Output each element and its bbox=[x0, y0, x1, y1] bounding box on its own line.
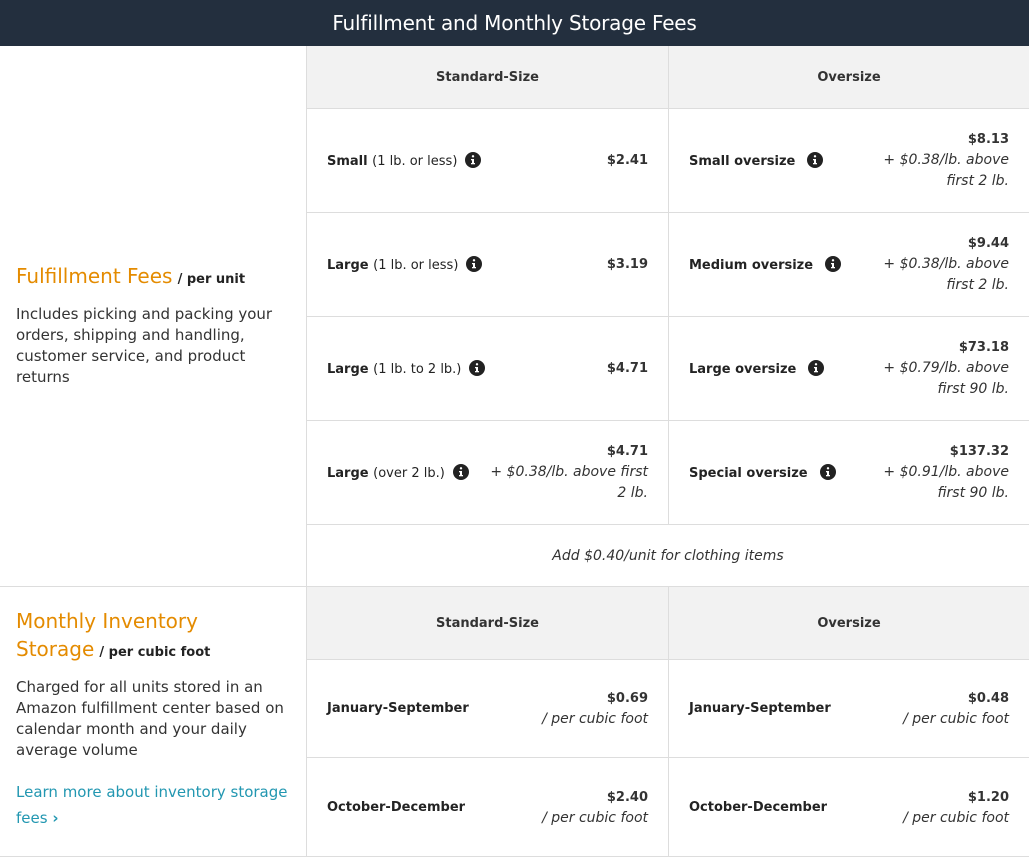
column-header-oversize: Oversize bbox=[669, 46, 1029, 109]
learn-more-storage-link[interactable]: Learn more about inventory storage fees … bbox=[16, 779, 291, 831]
fee-row-standard-4: Large (over 2 lb.) $4.71 + $0.38/lb. abov… bbox=[307, 421, 669, 525]
info-icon[interactable] bbox=[825, 256, 842, 272]
period-label: October-December bbox=[689, 800, 828, 815]
column-header-label: Standard-Size bbox=[436, 69, 539, 85]
info-icon[interactable] bbox=[469, 360, 486, 376]
storage-price: $1.20/ per cubic foot bbox=[903, 789, 1009, 826]
page-title: Fulfillment and Monthly Storage Fees bbox=[332, 11, 697, 35]
info-icon[interactable] bbox=[465, 152, 482, 168]
size-tier-label: Large oversize bbox=[689, 360, 825, 377]
fee-row-standard-3: Large (1 lb. to 2 lb.) $4.71 bbox=[307, 317, 669, 421]
fulfillment-intro: Fulfillment Fees / per unit Includes pic… bbox=[0, 46, 307, 586]
fee-per-lb: + $0.79/lb. above first 90 lb. bbox=[883, 360, 1009, 397]
column-header-label: Oversize bbox=[817, 69, 881, 85]
storage-description: Charged for all units stored in an Amazo… bbox=[16, 678, 284, 759]
fulfillment-description: Includes picking and packing your orders… bbox=[16, 305, 273, 386]
storage-intro: Monthly Inventory Storage / per cubic fo… bbox=[0, 587, 307, 856]
fee-per-lb: + $0.38/lb. above first 2 lb. bbox=[883, 152, 1009, 189]
column-header-label: Standard-Size bbox=[436, 615, 539, 631]
info-icon[interactable] bbox=[819, 464, 836, 480]
size-tier-label: Small oversize bbox=[689, 152, 824, 169]
period-label: January-September bbox=[689, 701, 831, 716]
size-tier-label: Large (1 lb. or less) bbox=[327, 256, 483, 273]
fee-price: $3.19 bbox=[606, 257, 648, 272]
fee-per-lb: + $0.38/lb. above first 2 lb. bbox=[490, 464, 648, 501]
storage-row-standard-1: January-September $0.69/ per cubic foot bbox=[307, 660, 669, 758]
fulfillment-section: Fulfillment Fees / per unit Includes pic… bbox=[0, 46, 1029, 587]
fee-price: $137.32 + $0.91/lb. above first 90 lb. bbox=[859, 441, 1009, 504]
size-tier-label: Special oversize bbox=[689, 464, 836, 481]
size-tier-label: Medium oversize bbox=[689, 256, 842, 273]
column-header-label: Oversize bbox=[817, 615, 881, 631]
column-header-oversize: Oversize bbox=[669, 587, 1029, 660]
fee-row-oversize-1: Small oversize $8.13 + $0.38/lb. above fi… bbox=[669, 109, 1029, 213]
column-header-standard: Standard-Size bbox=[307, 46, 669, 109]
storage-price: $2.40/ per cubic foot bbox=[542, 789, 648, 826]
fulfillment-title: Fulfillment Fees bbox=[16, 264, 173, 288]
storage-row-standard-2: October-December $2.40/ per cubic foot bbox=[307, 758, 669, 857]
column-header-standard: Standard-Size bbox=[307, 587, 669, 660]
fulfillment-unit: / per unit bbox=[177, 272, 246, 287]
fee-price: $2.41 bbox=[606, 153, 648, 168]
fee-price: $8.13 + $0.38/lb. above first 2 lb. bbox=[859, 129, 1009, 192]
storage-row-oversize-1: January-September $0.48/ per cubic foot bbox=[669, 660, 1029, 758]
size-tier-label: Large (over 2 lb.) bbox=[327, 464, 469, 481]
period-label: January-September bbox=[327, 701, 469, 716]
fee-per-lb: + $0.91/lb. above first 90 lb. bbox=[883, 464, 1009, 501]
fee-row-oversize-2: Medium oversize $9.44 + $0.38/lb. above f… bbox=[669, 213, 1029, 317]
size-tier-label: Small (1 lb. or less) bbox=[327, 152, 482, 169]
clothing-note: Add $0.40/unit for clothing items bbox=[307, 525, 1029, 587]
page-header: Fulfillment and Monthly Storage Fees bbox=[0, 0, 1029, 46]
chevron-right-icon: › bbox=[52, 809, 59, 827]
fee-row-standard-2: Large (1 lb. or less) $3.19 bbox=[307, 213, 669, 317]
info-icon[interactable] bbox=[452, 464, 469, 480]
info-icon[interactable] bbox=[466, 256, 483, 272]
storage-price: $0.48/ per cubic foot bbox=[903, 690, 1009, 727]
info-icon[interactable] bbox=[807, 152, 824, 168]
fee-price: $73.18 + $0.79/lb. above first 90 lb. bbox=[859, 337, 1009, 400]
fee-row-oversize-4: Special oversize $137.32 + $0.91/lb. abov… bbox=[669, 421, 1029, 525]
fee-row-standard-1: Small (1 lb. or less) $2.41 bbox=[307, 109, 669, 213]
storage-price: $0.69/ per cubic foot bbox=[542, 690, 648, 727]
storage-row-oversize-2: October-December $1.20/ per cubic foot bbox=[669, 758, 1029, 857]
fee-per-lb: + $0.38/lb. above first 2 lb. bbox=[883, 256, 1009, 293]
fee-row-oversize-3: Large oversize $73.18 + $0.79/lb. above f… bbox=[669, 317, 1029, 421]
fee-price: $4.71 + $0.38/lb. above first 2 lb. bbox=[478, 441, 648, 504]
clothing-note-text: Add $0.40/unit for clothing items bbox=[552, 548, 784, 564]
fee-price: $9.44 + $0.38/lb. above first 2 lb. bbox=[859, 233, 1009, 296]
period-label: October-December bbox=[327, 800, 466, 815]
info-icon[interactable] bbox=[808, 360, 825, 376]
fee-price: $4.71 bbox=[606, 361, 648, 376]
size-tier-label: Large (1 lb. to 2 lb.) bbox=[327, 360, 486, 377]
storage-unit: / per cubic foot bbox=[99, 645, 211, 660]
storage-section: Monthly Inventory Storage / per cubic fo… bbox=[0, 587, 1029, 857]
